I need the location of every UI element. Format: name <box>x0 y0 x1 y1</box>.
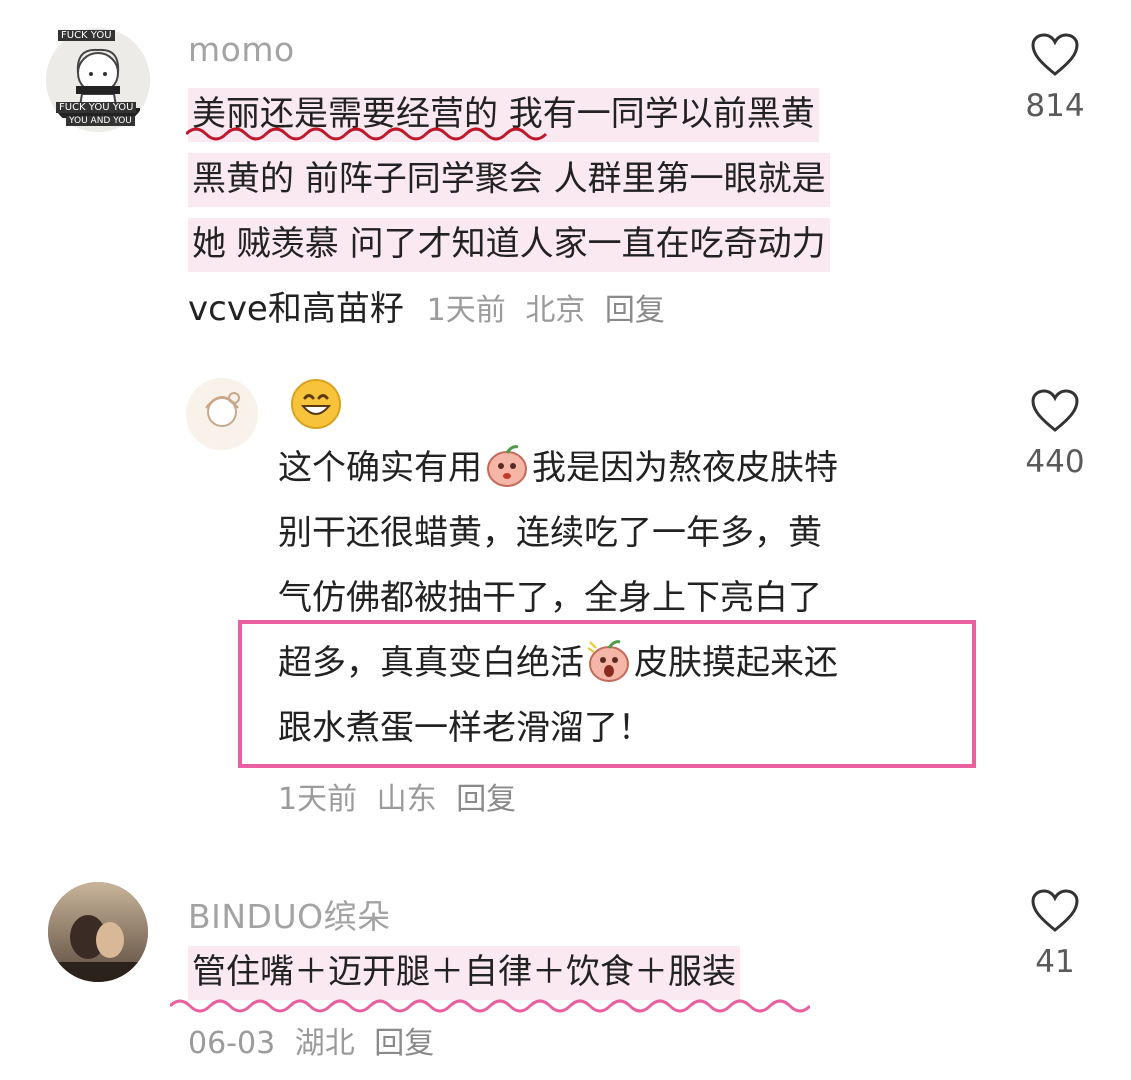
pink-highlight-box <box>238 620 976 768</box>
reply-button[interactable]: 回复 <box>605 293 665 328</box>
avatar[interactable] <box>48 882 148 982</box>
reply-button[interactable]: 回复 <box>456 782 516 817</box>
comment-time: 1天前 <box>278 782 358 817</box>
username[interactable]: BINDUO缤朵 <box>188 890 391 938</box>
heart-icon <box>1031 889 1079 932</box>
pink-wavy-underline <box>170 999 810 1013</box>
like-count: 41 <box>1035 944 1075 980</box>
like-button[interactable]: 41 <box>1010 888 1100 980</box>
comment-line: vcve和高苗籽 <box>188 289 404 329</box>
comment-time: 06-03 <box>188 1026 276 1061</box>
comment-line: 别干还很蜡黄，连续吃了一年多，黄 <box>278 513 822 553</box>
comment-line: 这个确实有用 <box>278 448 482 488</box>
heart-icon <box>1031 389 1079 432</box>
comment-location: 山东 <box>376 782 437 817</box>
grinning-face-icon <box>291 379 341 429</box>
comment-line: 气仿佛都被抽干了，全身上下亮白了 <box>278 578 822 618</box>
heart-icon <box>1031 33 1079 76</box>
red-wavy-underline <box>186 127 548 141</box>
peach-emoji-icon <box>487 445 527 487</box>
comment-line: 她 贼羡慕 问了才知道人家一直在吃奇动力 <box>188 218 830 272</box>
reply-button[interactable]: 回复 <box>374 1026 434 1061</box>
photo-avatar-icon <box>48 882 148 982</box>
doodle-avatar-icon <box>186 378 258 450</box>
avatar-caption: FUCK YOU <box>58 30 115 41</box>
username[interactable]: momo <box>188 30 295 69</box>
like-count: 814 <box>1025 88 1085 124</box>
comment-line: 管住嘴＋迈开腿＋自律＋饮食＋服装 <box>188 946 740 1000</box>
comment-line: 我是因为熬夜皮肤特 <box>532 448 838 488</box>
comment-meta: 1天前 山东 回复 <box>278 774 526 818</box>
comment-line: 黑黄的 前阵子同学聚会 人群里第一眼就是 <box>188 153 830 207</box>
avatar-caption: YOU AND YOU <box>66 116 135 126</box>
avatar-caption: FUCK YOU YOU <box>56 102 137 113</box>
comment-time: 1天前 <box>426 293 506 328</box>
like-count: 440 <box>1025 444 1085 480</box>
comment-meta: 1天前 北京 回复 <box>427 293 675 328</box>
comment-meta: 06-03 湖北 回复 <box>188 1018 444 1062</box>
comment-location: 湖北 <box>294 1026 355 1061</box>
comment-location: 北京 <box>525 293 586 328</box>
like-button[interactable]: 814 <box>1010 32 1100 124</box>
comment-1: FUCK YOU FUCK YOU YOU YOU AND YOU momo 美… <box>0 0 1131 360</box>
grinning-face-emoji[interactable] <box>290 378 342 434</box>
like-button[interactable]: 440 <box>1010 388 1100 480</box>
comment-text: 美丽还是需要经营的 我有一同学以前黑黄 黑黄的 前阵子同学聚会 人群里第一眼就是… <box>188 82 830 342</box>
comment-3: BINDUO缤朵 管住嘴＋迈开腿＋自律＋饮食＋服装 06-03 湖北 回复 41 <box>0 870 1131 1080</box>
avatar[interactable] <box>186 378 258 450</box>
